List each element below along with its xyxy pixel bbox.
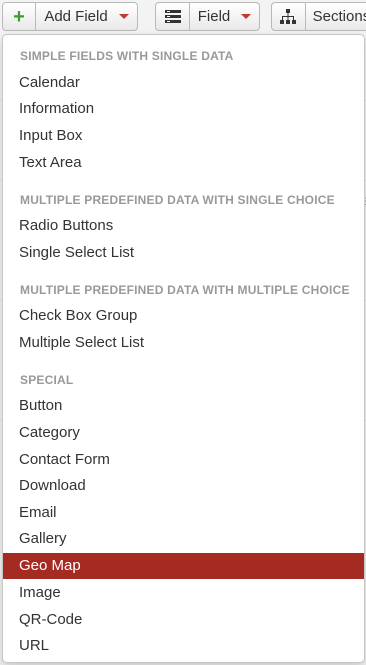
sections-icon-button[interactable] <box>272 3 305 30</box>
add-field-button-group: + Add Field <box>2 2 138 31</box>
menu-section-header: SPECIAL <box>20 373 74 387</box>
menu-section-header: MULTIPLE PREDEFINED DATA WITH MULTIPLE C… <box>20 283 350 297</box>
add-field-label: Add Field <box>44 8 108 25</box>
menu-item-contact-form[interactable]: Contact Form <box>3 447 364 473</box>
list-icon <box>164 9 181 23</box>
add-icon-button[interactable]: + <box>3 3 35 30</box>
menu-item-radio-buttons[interactable]: Radio Buttons <box>3 213 364 239</box>
menu-item-image[interactable]: Image <box>3 580 364 606</box>
menu-item-input-box[interactable]: Input Box <box>3 123 364 149</box>
field-dropdown-button[interactable]: Field <box>189 3 259 30</box>
menu-item-qr-code[interactable]: QR-Code <box>3 607 364 633</box>
field-label: Field <box>197 8 231 25</box>
sections-button-group: Sections <box>271 2 366 31</box>
menu-item-geo-map[interactable]: Geo Map <box>3 553 364 579</box>
menu-item-button[interactable]: Button <box>3 393 364 419</box>
plus-icon: + <box>13 5 25 28</box>
menu-item-category[interactable]: Category <box>3 420 364 446</box>
menu-item-check-box-group[interactable]: Check Box Group <box>3 303 364 329</box>
menu-item-gallery[interactable]: Gallery <box>3 526 364 552</box>
menu-item-multiple-select-list[interactable]: Multiple Select List <box>3 330 364 356</box>
sitemap-icon <box>280 9 297 24</box>
add-field-dropdown-menu: SIMPLE FIELDS WITH SINGLE DATA Calendar … <box>2 34 365 663</box>
field-button-group: Field <box>155 2 260 31</box>
chevron-down-icon <box>118 14 129 19</box>
field-list-icon-button[interactable] <box>156 3 189 30</box>
menu-section-header: SIMPLE FIELDS WITH SINGLE DATA <box>20 49 234 63</box>
menu-item-single-select-list[interactable]: Single Select List <box>3 240 364 266</box>
menu-item-information[interactable]: Information <box>3 96 364 122</box>
toolbar: + Add Field Field Sections <box>0 0 366 34</box>
sections-label: Sections <box>312 8 366 25</box>
menu-item-email[interactable]: Email <box>3 500 364 526</box>
menu-item-text-area[interactable]: Text Area <box>3 150 364 176</box>
sections-dropdown-button[interactable]: Sections <box>304 3 366 30</box>
menu-item-download[interactable]: Download <box>3 473 364 499</box>
chevron-down-icon <box>241 14 252 19</box>
menu-section-header: MULTIPLE PREDEFINED DATA WITH SINGLE CHO… <box>20 193 335 207</box>
menu-item-url[interactable]: URL <box>3 633 364 659</box>
menu-item-calendar[interactable]: Calendar <box>3 70 364 96</box>
add-field-dropdown-button[interactable]: Add Field <box>35 3 137 30</box>
